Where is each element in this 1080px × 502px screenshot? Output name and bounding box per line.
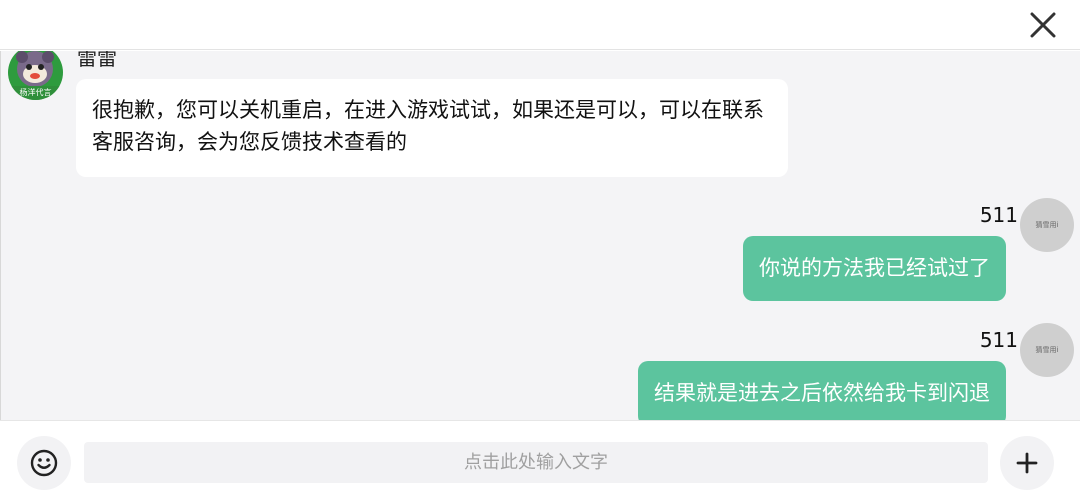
- emoji-button[interactable]: [17, 436, 71, 490]
- avatar-label: 猜雪用i: [1035, 346, 1059, 354]
- sender-name: 511: [979, 328, 1018, 352]
- sender-name: 雷雷: [77, 51, 117, 70]
- message-bubble-outgoing[interactable]: 你说的方法我已经试过了: [743, 236, 1006, 301]
- emoji-icon[interactable]: [30, 449, 58, 477]
- close-button[interactable]: [1024, 8, 1062, 42]
- avatar-badge: 杨洋代言: [8, 86, 63, 100]
- more-button[interactable]: [1000, 436, 1054, 490]
- chat-area[interactable]: 杨洋代言 雷雷 很抱歉，您可以关机重启，在进入游戏试试，如果还是可以，可以在联系…: [0, 51, 1080, 420]
- avatar-label: 猜雪用i: [1035, 221, 1059, 229]
- message-input[interactable]: [84, 442, 988, 483]
- user-avatar[interactable]: 猜雪用i: [1020, 323, 1074, 377]
- user-avatar[interactable]: 猜雪用i: [1020, 198, 1074, 252]
- plus-icon[interactable]: [1015, 451, 1039, 475]
- agent-avatar[interactable]: 杨洋代言: [8, 51, 63, 100]
- composer-bar: [0, 420, 1080, 502]
- message-bubble-outgoing[interactable]: 结果就是进去之后依然给我卡到闪退: [638, 361, 1006, 420]
- sender-name: 511: [979, 203, 1018, 227]
- top-bar: [0, 0, 1080, 50]
- close-icon[interactable]: [1030, 12, 1056, 38]
- message-bubble-incoming[interactable]: 很抱歉，您可以关机重启，在进入游戏试试，如果还是可以，可以在联系客服咨询，会为您…: [76, 79, 788, 177]
